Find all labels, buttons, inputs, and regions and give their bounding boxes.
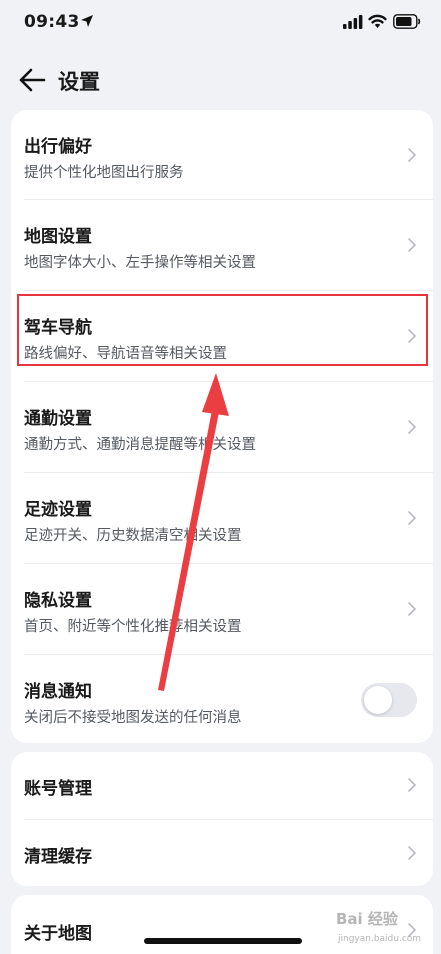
status-bar: 09:43 (0, 0, 441, 46)
chevron-right-icon (408, 329, 417, 343)
wifi-icon (368, 14, 387, 28)
item-subtitle: 提供个性化地图出行服务 (24, 165, 184, 181)
settings-item-footprint-settings[interactable]: 足迹设置 足迹开关、历史数据清空相关设置 (11, 473, 433, 563)
settings-item-message-notification: 消息通知 关闭后不接受地图发送的任何消息 (11, 655, 433, 743)
item-title: 隐私设置 (24, 591, 92, 611)
chevron-right-icon (408, 846, 417, 860)
toggle-knob (364, 686, 392, 714)
chevron-right-icon (408, 778, 417, 792)
item-subtitle: 路线偏好、导航语音等相关设置 (24, 346, 227, 362)
watermark-logo: Bai 经验 jingyan.baidu.com (336, 902, 436, 948)
item-subtitle: 足迹开关、历史数据清空相关设置 (24, 528, 242, 544)
item-title: 账号管理 (24, 779, 92, 799)
settings-item-driving-navigation[interactable]: 驾车导航 路线偏好、导航语音等相关设置 (11, 291, 433, 381)
item-subtitle: 首页、附近等个性化推荐相关设置 (24, 619, 242, 635)
chevron-right-icon (408, 420, 417, 434)
settings-card-account: 账号管理 清理缓存 (11, 752, 433, 886)
page-title: 设置 (58, 70, 100, 94)
notification-toggle[interactable] (361, 683, 417, 717)
watermark-brand: Bai 经验 (336, 910, 398, 928)
chevron-right-icon (408, 148, 417, 162)
nav-bar: 设置 (0, 58, 441, 102)
settings-item-account-management[interactable]: 账号管理 (11, 752, 433, 819)
item-title: 关于地图 (24, 924, 92, 944)
cellular-signal-icon (343, 15, 363, 29)
status-time: 09:43 (24, 12, 80, 32)
item-title: 地图设置 (24, 227, 92, 247)
chevron-right-icon (408, 602, 417, 616)
chevron-right-icon (408, 238, 417, 252)
watermark-url: jingyan.baidu.com (338, 934, 422, 944)
settings-item-map-settings[interactable]: 地图设置 地图字体大小、左手操作等相关设置 (11, 200, 433, 290)
item-subtitle: 关闭后不接受地图发送的任何消息 (24, 710, 242, 726)
location-arrow-icon (81, 15, 93, 27)
battery-icon (393, 14, 421, 29)
item-title: 清理缓存 (24, 847, 92, 867)
settings-item-travel-preference[interactable]: 出行偏好 提供个性化地图出行服务 (11, 110, 433, 198)
item-title: 消息通知 (24, 682, 92, 702)
home-indicator[interactable] (144, 938, 302, 944)
settings-card-main: 出行偏好 提供个性化地图出行服务 地图设置 地图字体大小、左手操作等相关设置 驾… (11, 110, 433, 743)
settings-item-commute-settings[interactable]: 通勤设置 通勤方式、通勤消息提醒等相关设置 (11, 382, 433, 472)
settings-item-clear-cache[interactable]: 清理缓存 (11, 820, 433, 886)
item-title: 通勤设置 (24, 409, 92, 429)
settings-item-privacy-settings[interactable]: 隐私设置 首页、附近等个性化推荐相关设置 (11, 564, 433, 654)
item-subtitle: 地图字体大小、左手操作等相关设置 (24, 255, 256, 271)
item-title: 驾车导航 (24, 318, 92, 338)
item-title: 足迹设置 (24, 500, 92, 520)
item-subtitle: 通勤方式、通勤消息提醒等相关设置 (24, 437, 256, 453)
chevron-right-icon (408, 511, 417, 525)
item-title: 出行偏好 (24, 137, 92, 157)
arrow-left-icon[interactable] (18, 67, 46, 93)
